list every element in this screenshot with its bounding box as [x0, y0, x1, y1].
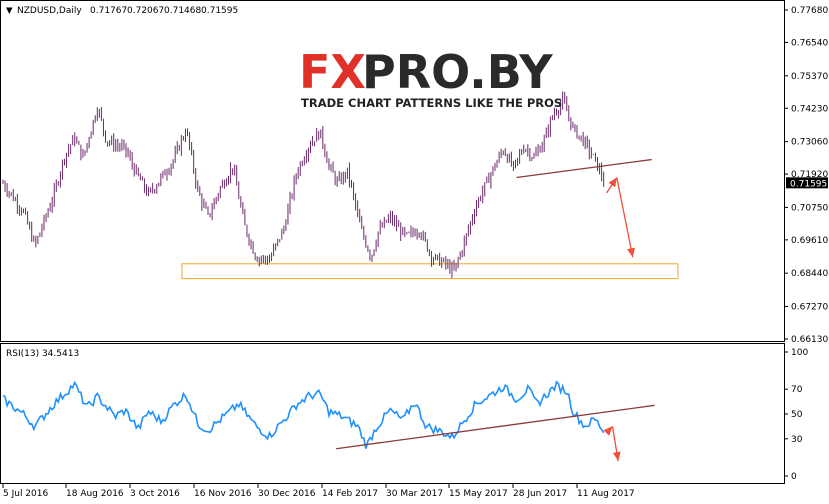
time-label-7: 15 May 2017	[449, 489, 508, 499]
rsi-label: RSI(13) 34.5413	[6, 349, 79, 359]
time-axis: 5 Jul 2016 18 Aug 2016 3 Oct 2016 16 Nov…	[2, 484, 635, 499]
time-label-1: 18 Aug 2016	[66, 489, 124, 499]
ohlc-high: 0.72067	[127, 6, 164, 16]
fxpro-watermark: FX PRO.BY TRADE CHART PATTERNS LIKE THE …	[299, 45, 562, 110]
logo-brand-text: PRO.BY	[362, 45, 553, 99]
current-price-tag: 0.71595	[786, 177, 828, 189]
ohlc-open: 0.71767	[90, 6, 127, 16]
price-tick-6: 0.70750	[791, 203, 828, 213]
price-axis: 0.77680 0.76540 0.75370 0.74230 0.73060 …	[784, 6, 828, 345]
price-tick-0: 0.77680	[791, 6, 828, 16]
time-label-2: 3 Oct 2016	[130, 489, 180, 499]
header-triangle-icon: ▼	[6, 6, 13, 16]
symbol-timeframe: NZDUSD,Daily	[17, 6, 82, 16]
time-label-4: 30 Dec 2016	[258, 489, 316, 499]
time-label-5: 14 Feb 2017	[322, 489, 378, 499]
time-label-0: 5 Jul 2016	[3, 489, 48, 499]
chart-window[interactable]: RSI(13) 34.5413 100 70 50 30 0 5 Jul 201…	[0, 0, 829, 504]
time-label-9: 11 Aug 2017	[577, 489, 635, 499]
price-tick-10: 0.66130	[791, 335, 828, 345]
time-label-3: 16 Nov 2016	[194, 489, 252, 499]
logo-tagline: TRADE CHART PATTERNS LIKE THE PROS	[301, 96, 562, 110]
price-tick-4: 0.73060	[791, 138, 828, 148]
time-label-8: 28 Jun 2017	[513, 489, 567, 499]
logo-fx-text: FX	[299, 45, 366, 99]
time-label-6: 30 Mar 2017	[386, 489, 443, 499]
chart-header: ▼ NZDUSD,Daily 0.71767 0.72067 0.71468 0…	[6, 6, 238, 16]
rsi-tick-30: 30	[791, 435, 803, 445]
price-tick-8: 0.68440	[791, 269, 828, 279]
price-tick-2: 0.75370	[791, 72, 828, 82]
ohlc-close: 0.71595	[201, 6, 238, 16]
ohlc-low: 0.71468	[164, 6, 201, 16]
price-tick-9: 0.67270	[791, 303, 828, 313]
rsi-tick-70: 70	[791, 385, 803, 395]
rsi-tick-0: 0	[791, 472, 797, 482]
price-tick-1: 0.76540	[791, 38, 828, 48]
rsi-tick-50: 50	[791, 410, 803, 420]
rsi-axis: 100 70 50 30 0	[784, 348, 808, 482]
current-price-value: 0.71595	[790, 179, 827, 189]
price-tick-7: 0.69610	[791, 236, 828, 246]
rsi-tick-100: 100	[791, 348, 808, 358]
price-tick-3: 0.74230	[791, 104, 828, 114]
